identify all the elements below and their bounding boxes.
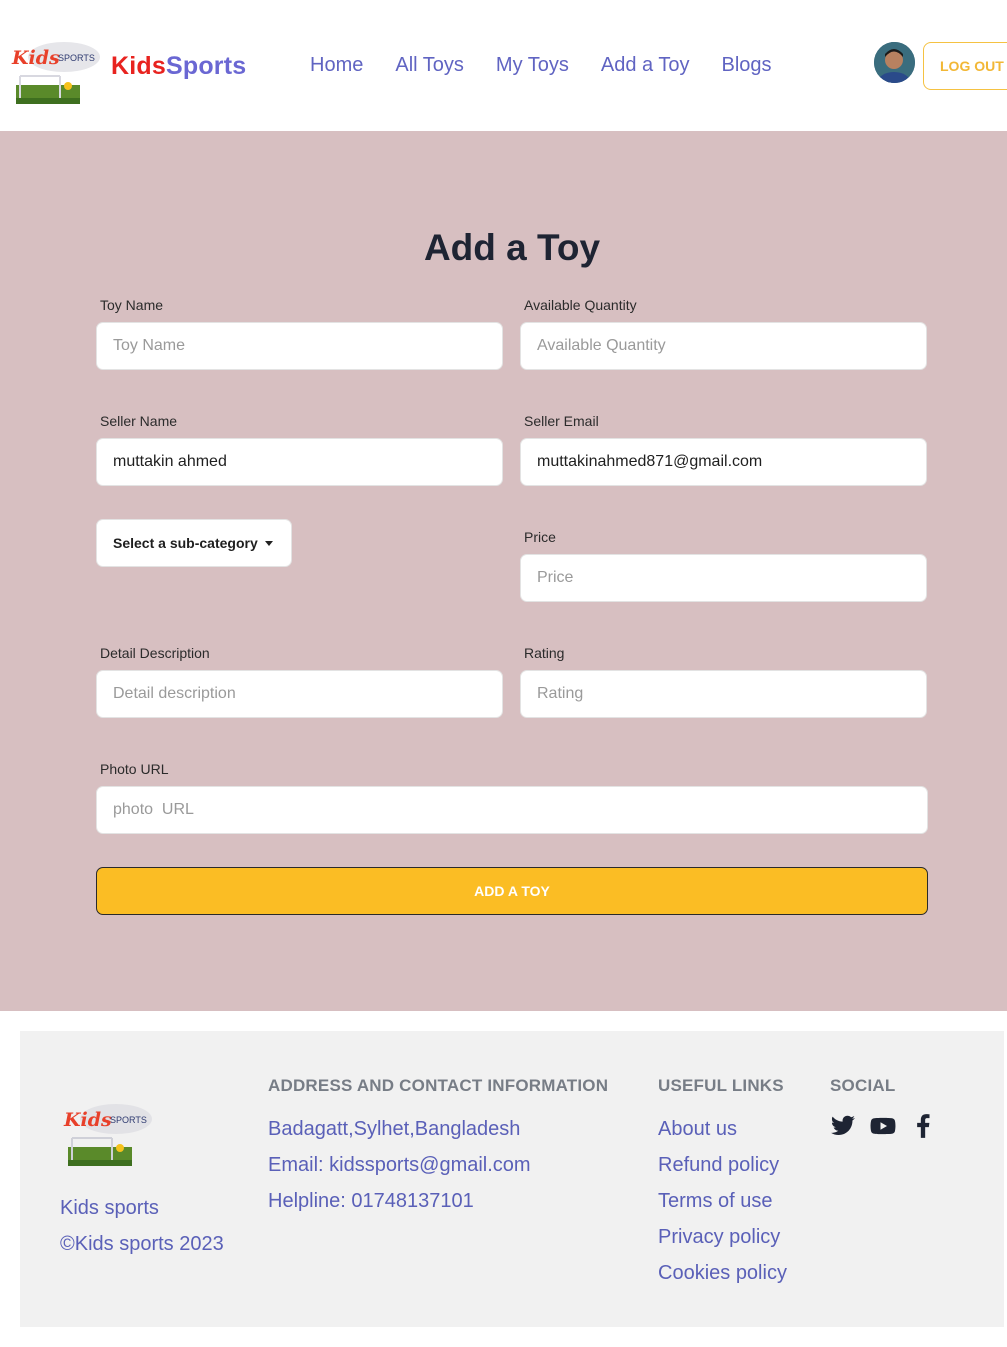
site-header: Kids SPORTS KidsSports Home All Toys My … bbox=[0, 0, 1007, 131]
logout-button[interactable]: LOG OUT bbox=[923, 42, 1007, 90]
site-logo[interactable]: Kids SPORTS bbox=[8, 42, 102, 108]
seller-email-label: Seller Email bbox=[524, 413, 599, 429]
footer-link-privacy[interactable]: Privacy policy bbox=[658, 1226, 780, 1249]
footer-helpline: Helpline: 01748137101 bbox=[268, 1190, 474, 1212]
footer-copyright: ©Kids sports 2023 bbox=[60, 1233, 224, 1255]
svg-text:SPORTS: SPORTS bbox=[58, 53, 95, 63]
detail-description-input[interactable] bbox=[96, 670, 503, 718]
sub-category-selected: Select a sub-category bbox=[113, 535, 258, 551]
footer-link-about[interactable]: About us bbox=[658, 1118, 737, 1141]
nav-add-toy-link[interactable]: Add a Toy bbox=[601, 54, 690, 77]
add-toy-section: Add a Toy Toy Name Available Quantity Se… bbox=[0, 131, 1007, 1011]
footer-link-refund[interactable]: Refund policy bbox=[658, 1154, 779, 1177]
footer-link-cookies[interactable]: Cookies policy bbox=[658, 1262, 787, 1285]
seller-name-field: Seller Name bbox=[96, 413, 503, 486]
nav-my-toys-link[interactable]: My Toys bbox=[496, 54, 569, 77]
rating-label: Rating bbox=[524, 645, 565, 661]
twitter-icon[interactable] bbox=[830, 1113, 856, 1139]
svg-text:Kids: Kids bbox=[11, 47, 60, 69]
youtube-icon[interactable] bbox=[870, 1113, 896, 1139]
add-toy-submit-button[interactable]: ADD A TOY bbox=[96, 867, 928, 915]
brand-sports-text: Sports bbox=[165, 52, 247, 80]
photo-url-input[interactable] bbox=[96, 786, 928, 834]
seller-email-field: Seller Email bbox=[520, 413, 927, 486]
footer-email: Email: kidssports@gmail.com bbox=[268, 1154, 531, 1176]
sub-category-select[interactable]: Select a sub-category bbox=[96, 519, 292, 567]
brand-kids-text: Kids bbox=[111, 52, 166, 80]
footer-link-terms[interactable]: Terms of use bbox=[658, 1190, 772, 1213]
svg-text:SPORTS: SPORTS bbox=[110, 1115, 147, 1125]
detail-description-label: Detail Description bbox=[100, 645, 210, 661]
page-title: Add a Toy bbox=[423, 227, 601, 268]
footer-links-heading: USEFUL LINKS bbox=[658, 1076, 784, 1095]
footer-social-heading: SOCIAL bbox=[830, 1076, 896, 1095]
social-icons bbox=[830, 1113, 936, 1139]
toy-name-label: Toy Name bbox=[100, 297, 164, 313]
available-quantity-label: Available Quantity bbox=[524, 297, 637, 313]
seller-name-input[interactable] bbox=[96, 438, 503, 486]
facebook-icon[interactable] bbox=[910, 1113, 936, 1139]
price-input[interactable] bbox=[520, 554, 927, 602]
rating-field: Rating bbox=[520, 645, 927, 718]
nav-home-link[interactable]: Home bbox=[310, 54, 363, 77]
chevron-down-icon bbox=[265, 541, 273, 546]
seller-email-input[interactable] bbox=[520, 438, 927, 486]
photo-url-field: Photo URL bbox=[96, 761, 928, 834]
price-field: Price bbox=[520, 529, 927, 602]
site-footer: Kids SPORTS Kids sports ©Kids sports 202… bbox=[20, 1031, 1004, 1327]
price-label: Price bbox=[524, 529, 556, 545]
photo-url-label: Photo URL bbox=[100, 761, 169, 777]
main-nav: Home All Toys My Toys Add a Toy Blogs bbox=[310, 54, 804, 77]
nav-all-toys-link[interactable]: All Toys bbox=[395, 54, 464, 77]
nav-blogs-link[interactable]: Blogs bbox=[721, 54, 771, 77]
detail-description-field: Detail Description bbox=[96, 645, 503, 718]
available-quantity-field: Available Quantity bbox=[520, 297, 927, 370]
footer-logo: Kids SPORTS bbox=[60, 1104, 154, 1170]
brand-name[interactable]: KidsSports bbox=[111, 52, 246, 81]
svg-text:Kids: Kids bbox=[63, 1109, 112, 1131]
toy-name-field: Toy Name bbox=[96, 297, 503, 370]
available-quantity-input[interactable] bbox=[520, 322, 927, 370]
footer-address-heading: ADDRESS AND CONTACT INFORMATION bbox=[268, 1076, 609, 1095]
footer-address: Badagatt,Sylhet,Bangladesh bbox=[268, 1118, 521, 1140]
footer-brand-name: Kids sports bbox=[60, 1197, 159, 1219]
rating-input[interactable] bbox=[520, 670, 927, 718]
user-avatar[interactable] bbox=[874, 42, 915, 83]
seller-name-label: Seller Name bbox=[100, 413, 178, 429]
toy-name-input[interactable] bbox=[96, 322, 503, 370]
